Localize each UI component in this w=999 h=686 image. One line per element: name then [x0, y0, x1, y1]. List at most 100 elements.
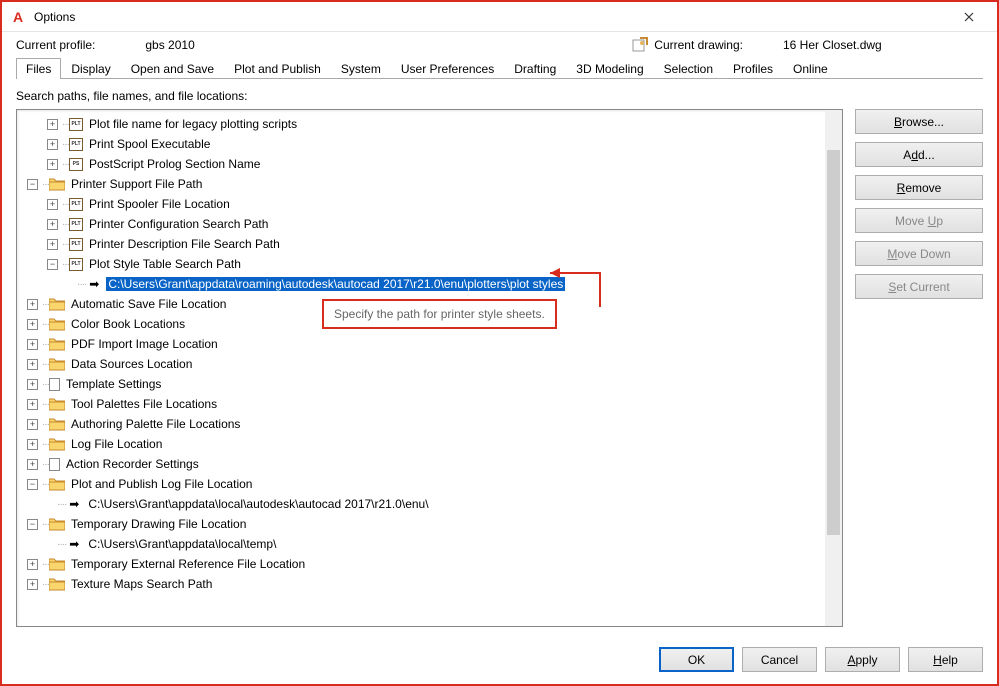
expand-icon[interactable]: + — [27, 339, 38, 350]
folder-icon — [49, 317, 65, 331]
collapse-icon[interactable]: − — [27, 519, 38, 530]
tab-plot-and-publish[interactable]: Plot and Publish — [224, 58, 331, 79]
expand-icon[interactable]: + — [47, 199, 58, 210]
tab-display[interactable]: Display — [61, 58, 120, 79]
expand-icon[interactable]: + — [47, 239, 58, 250]
tabs: Files Display Open and Save Plot and Pub… — [2, 53, 997, 78]
tree-node[interactable]: +···Authoring Palette File Locations — [17, 414, 825, 434]
profile-row: Current profile: gbs 2010 Current drawin… — [2, 32, 997, 53]
expand-icon[interactable]: + — [47, 159, 58, 170]
tab-3d-modeling[interactable]: 3D Modeling — [566, 58, 653, 79]
ok-button[interactable]: OK — [659, 647, 734, 672]
set-current-button[interactable]: Set Current — [855, 274, 983, 299]
tree-node[interactable]: +···PLTPrint Spooler File Location — [17, 194, 825, 214]
file-paths-tree[interactable]: +···PLTPlot file name for legacy plottin… — [17, 110, 825, 626]
expand-icon[interactable]: + — [27, 559, 38, 570]
folder-icon — [49, 517, 65, 531]
folder-icon — [49, 557, 65, 571]
tree-node[interactable]: +···PDF Import Image Location — [17, 334, 825, 354]
tree-node[interactable]: +···PLTPrint Spool Executable — [17, 134, 825, 154]
tree-node-selected[interactable]: ····➡C:\Users\Grant\appdata\roaming\auto… — [17, 274, 825, 294]
move-up-button[interactable]: Move Up — [855, 208, 983, 233]
tree-node[interactable]: +···Tool Palettes File Locations — [17, 394, 825, 414]
tree-node[interactable]: +···Automatic Save File Location — [17, 294, 825, 314]
side-buttons: Browse... Add... Remove Move Up Move Dow… — [855, 109, 983, 627]
expand-icon[interactable]: + — [27, 579, 38, 590]
tab-online[interactable]: Online — [783, 58, 838, 79]
tree-node[interactable]: +···PLTPrinter Description File Search P… — [17, 234, 825, 254]
apply-button[interactable]: Apply — [825, 647, 900, 672]
tree-container: +···PLTPlot file name for legacy plottin… — [16, 109, 843, 627]
collapse-icon[interactable]: − — [27, 479, 38, 490]
tree-node[interactable]: +···Temporary External Reference File Lo… — [17, 554, 825, 574]
remove-button[interactable]: Remove — [855, 175, 983, 200]
move-down-button[interactable]: Move Down — [855, 241, 983, 266]
scrollbar-thumb[interactable] — [827, 150, 840, 535]
window-title: Options — [34, 10, 949, 24]
tree-node[interactable]: +···Log File Location — [17, 434, 825, 454]
doc-icon — [49, 458, 60, 471]
tree-node[interactable]: −···Temporary Drawing File Location — [17, 514, 825, 534]
folder-icon — [49, 337, 65, 351]
expand-icon[interactable]: + — [27, 399, 38, 410]
tree-node[interactable]: ····➡C:\Users\Grant\appdata\local\temp\ — [17, 534, 825, 554]
file-icon: PLT — [69, 238, 83, 251]
current-drawing-label: Current drawing: — [654, 38, 743, 52]
expand-icon[interactable]: + — [47, 219, 58, 230]
folder-icon — [49, 437, 65, 451]
cancel-button[interactable]: Cancel — [742, 647, 817, 672]
collapse-icon[interactable]: − — [27, 179, 38, 190]
tree-node[interactable]: +···Template Settings — [17, 374, 825, 394]
current-drawing-value: 16 Her Closet.dwg — [783, 38, 983, 52]
tree-node[interactable]: −···PLTPlot Style Table Search Path — [17, 254, 825, 274]
folder-icon — [49, 297, 65, 311]
file-icon: PLT — [69, 258, 83, 271]
add-button[interactable]: Add... — [855, 142, 983, 167]
file-icon: PLT — [69, 118, 83, 131]
expand-icon[interactable]: + — [47, 119, 58, 130]
tree-node[interactable]: +···PLTPrinter Configuration Search Path — [17, 214, 825, 234]
tab-profiles[interactable]: Profiles — [723, 58, 783, 79]
tree-node[interactable]: +···PLTPlot file name for legacy plottin… — [17, 114, 825, 134]
tree-node[interactable]: +···Data Sources Location — [17, 354, 825, 374]
tab-open-and-save[interactable]: Open and Save — [121, 58, 224, 79]
tab-user-preferences[interactable]: User Preferences — [391, 58, 504, 79]
tree-node[interactable]: +···PSPostScript Prolog Section Name — [17, 154, 825, 174]
expand-icon[interactable]: + — [27, 379, 38, 390]
browse-button[interactable]: Browse... — [855, 109, 983, 134]
drawing-icon — [632, 37, 648, 53]
collapse-icon[interactable]: − — [47, 259, 58, 270]
folder-icon — [49, 417, 65, 431]
expand-icon[interactable]: + — [27, 319, 38, 330]
close-icon — [964, 12, 974, 22]
dialog-buttons: OK Cancel Apply Help — [2, 637, 997, 684]
tab-files[interactable]: Files — [16, 58, 61, 79]
tree-node[interactable]: +···Color Book Locations — [17, 314, 825, 334]
close-button[interactable] — [949, 3, 989, 31]
expand-icon[interactable]: + — [27, 459, 38, 470]
tree-node[interactable]: +···Texture Maps Search Path — [17, 574, 825, 594]
folder-icon — [49, 577, 65, 591]
file-icon: PLT — [69, 198, 83, 211]
folder-icon — [49, 477, 65, 491]
tree-node[interactable]: ····➡C:\Users\Grant\appdata\local\autode… — [17, 494, 825, 514]
tab-system[interactable]: System — [331, 58, 391, 79]
doc-icon — [49, 378, 60, 391]
expand-icon[interactable]: + — [27, 299, 38, 310]
tree-node[interactable]: +···Action Recorder Settings — [17, 454, 825, 474]
tree-scrollbar[interactable] — [825, 110, 842, 626]
expand-icon[interactable]: + — [27, 419, 38, 430]
file-icon: PLT — [69, 218, 83, 231]
expand-icon[interactable]: + — [27, 359, 38, 370]
arrow-icon: ➡ — [66, 497, 82, 511]
tree-node[interactable]: −···Printer Support File Path — [17, 174, 825, 194]
expand-icon[interactable]: + — [47, 139, 58, 150]
file-icon: PS — [69, 158, 83, 171]
tab-drafting[interactable]: Drafting — [504, 58, 566, 79]
titlebar: A Options — [2, 2, 997, 32]
tree-node[interactable]: −···Plot and Publish Log File Location — [17, 474, 825, 494]
tab-selection[interactable]: Selection — [654, 58, 723, 79]
help-button[interactable]: Help — [908, 647, 983, 672]
autocad-app-icon: A — [10, 9, 26, 25]
expand-icon[interactable]: + — [27, 439, 38, 450]
